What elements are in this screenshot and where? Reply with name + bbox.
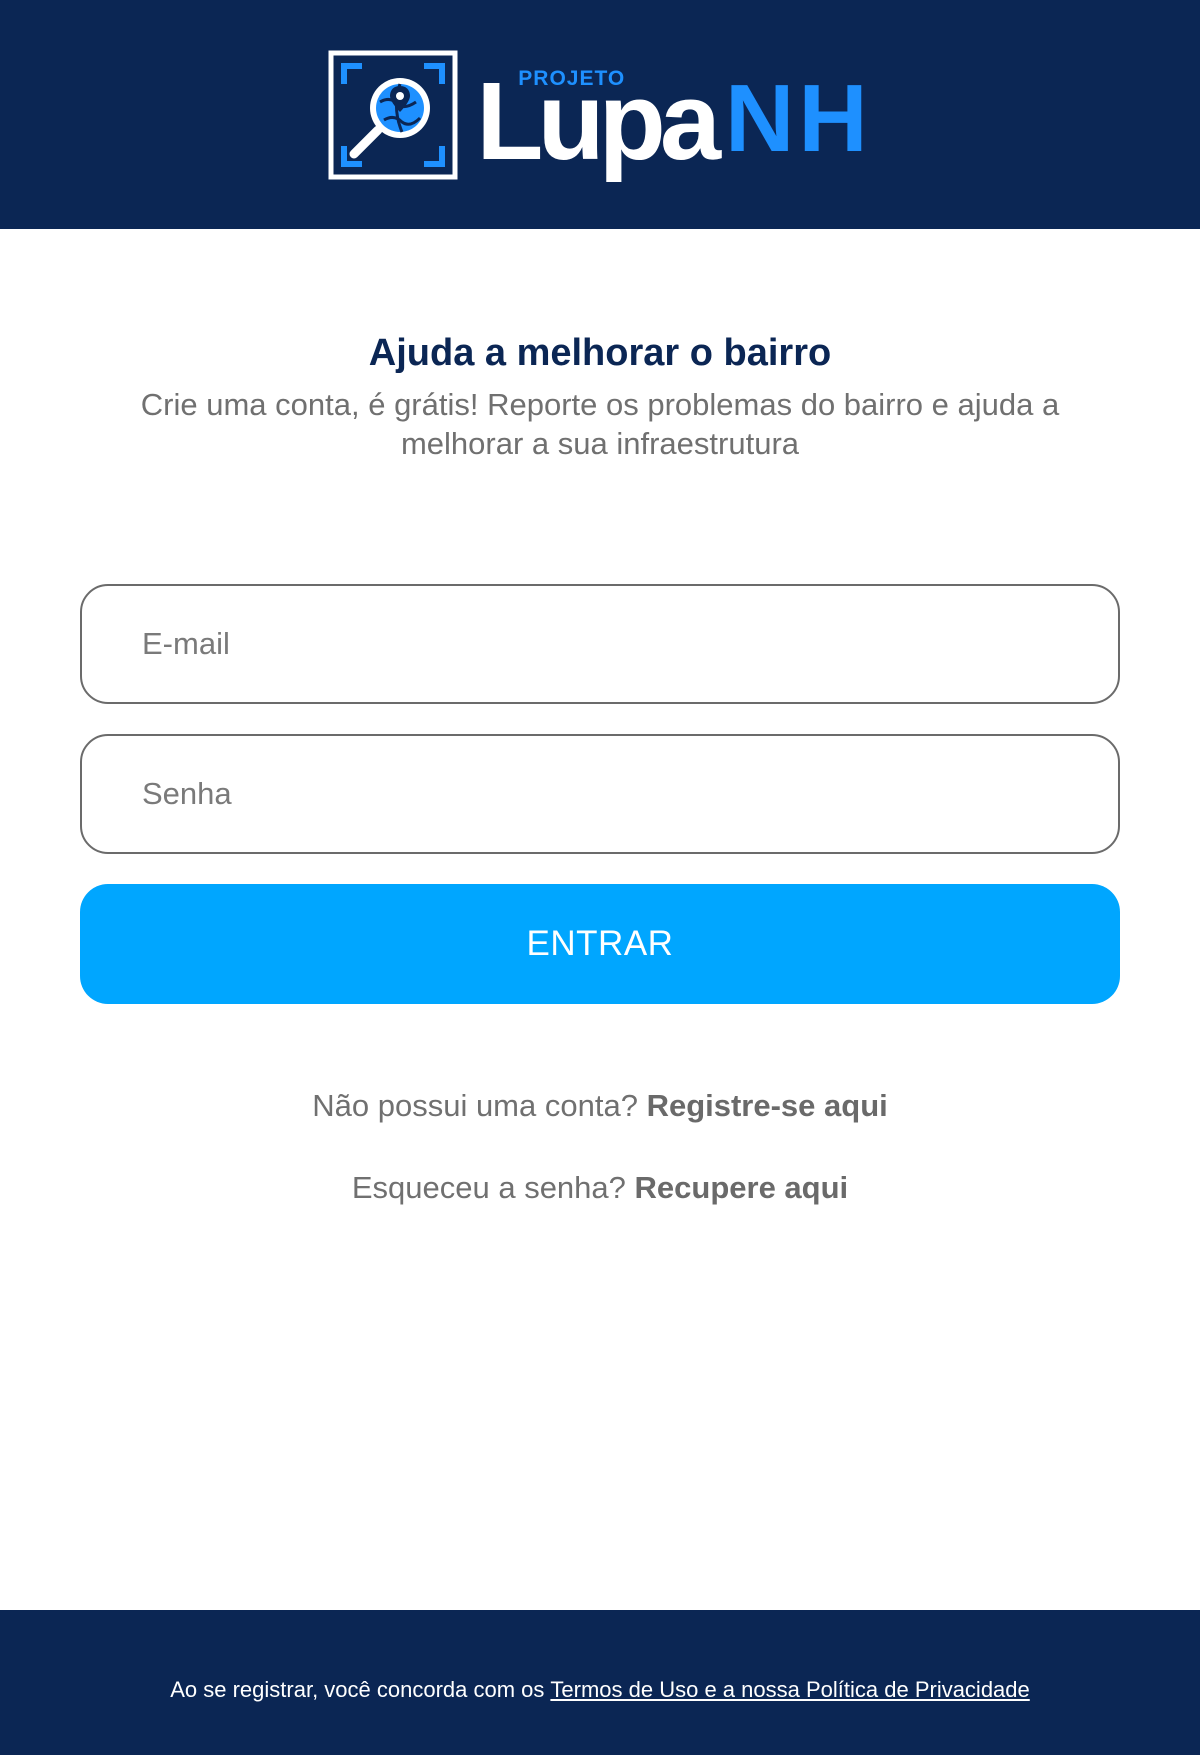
recover-prompt-text: Esqueceu a senha? <box>351 1170 626 1205</box>
login-page: PROJETO Lupa NH Ajuda a melhorar o bairr… <box>0 0 1200 1755</box>
register-prompt-text: Não possui uma conta? <box>312 1088 638 1123</box>
login-button[interactable]: ENTRAR <box>80 884 1120 1004</box>
recover-prompt: Esqueceu a senha? Recupere aqui <box>0 1170 1200 1206</box>
email-input[interactable] <box>140 625 1118 663</box>
page-subtitle: Crie uma conta, é grátis! Reporte os pro… <box>140 387 1060 461</box>
app-footer: Ao se registrar, você concorda com os Te… <box>0 1610 1200 1755</box>
recover-link[interactable]: Recupere aqui <box>635 1170 849 1205</box>
password-input[interactable] <box>140 775 1118 813</box>
register-prompt: Não possui uma conta? Registre-se aqui <box>0 1088 1200 1124</box>
footer-text: Ao se registrar, você concorda com os <box>170 1676 545 1702</box>
page-title: Ajuda a melhorar o bairro <box>368 332 832 374</box>
password-field[interactable] <box>80 734 1120 854</box>
terms-link[interactable]: Termos de Uso e a nossa Política de Priv… <box>550 1677 1029 1703</box>
magnifier-globe-icon <box>328 50 458 179</box>
logo-nh-text: NH <box>725 64 872 172</box>
logo-projeto-text: PROJETO <box>518 66 626 90</box>
register-link[interactable]: Registre-se aqui <box>647 1088 888 1123</box>
email-field[interactable] <box>80 584 1120 704</box>
logo-wordmark: PROJETO Lupa NH <box>476 45 871 185</box>
app-logo: PROJETO Lupa NH <box>328 45 871 185</box>
app-header: PROJETO Lupa NH <box>0 0 1200 229</box>
